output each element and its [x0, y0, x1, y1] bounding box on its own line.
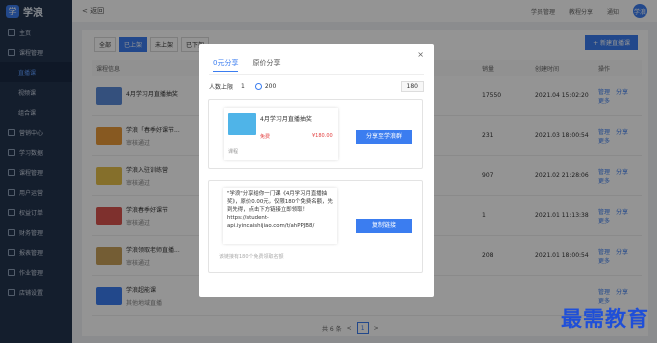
limit-label: 人数上限	[209, 83, 234, 91]
course-thumbnail	[228, 113, 256, 135]
card-footer: 课程	[228, 149, 239, 155]
limit-radio[interactable]	[254, 82, 262, 90]
tab-divider	[209, 74, 424, 75]
limit-row: 人数上限 1 200 180	[209, 80, 424, 92]
limit-option-200[interactable]: 200	[265, 83, 276, 90]
copy-link-button[interactable]: 复制链接	[356, 219, 412, 233]
share-link-box: "学浪"分享给你一门课《4月学习月直播抽奖》，原价0.00元，仅限180个免费名…	[208, 180, 423, 273]
quota-note: 该链接有180个免费领取名额	[219, 254, 284, 260]
share-tabs: 0元分享 原价分享	[213, 58, 280, 72]
watermark: 最需教育	[561, 306, 649, 331]
card-price: 免费	[260, 134, 271, 140]
tab-free-share[interactable]: 0元分享	[213, 58, 239, 72]
share-modal: × 0元分享 原价分享 人数上限 1 200 180 4月学习月直播抽奖 免费 …	[199, 44, 434, 297]
limit-input[interactable]: 180	[400, 80, 424, 92]
share-message[interactable]: "学浪"分享给你一门课《4月学习月直播抽奖》，原价0.00元，仅限180个免费名…	[223, 188, 337, 244]
share-card-box: 4月学习月直播抽奖 免费 ¥180.00 课程 分享至学浪群	[208, 99, 423, 169]
tab-original-price-share[interactable]: 原价分享	[252, 58, 280, 72]
card-title: 4月学习月直播抽奖	[260, 116, 312, 123]
card-original-price: ¥180.00	[312, 133, 333, 139]
limit-option-1[interactable]: 1	[241, 83, 245, 90]
close-icon[interactable]: ×	[417, 50, 424, 59]
course-card: 4月学习月直播抽奖 免费 ¥180.00 课程	[224, 108, 338, 160]
share-to-group-button[interactable]: 分享至学浪群	[356, 130, 412, 144]
